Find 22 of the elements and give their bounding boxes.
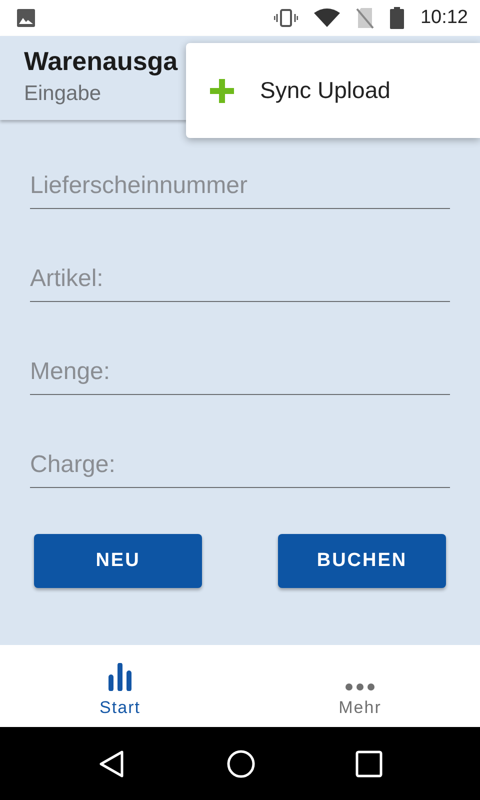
- bar-chart-icon: [107, 663, 133, 691]
- status-time: 10:12: [420, 6, 468, 30]
- screen-title: Warenausga: [24, 46, 178, 78]
- image-icon: [16, 8, 36, 28]
- recents-icon[interactable]: [354, 750, 383, 778]
- wifi-icon: [314, 8, 340, 28]
- home-icon[interactable]: [226, 748, 256, 778]
- screen-subtitle: Eingabe: [24, 81, 102, 107]
- more-icon: [345, 683, 375, 691]
- input-field[interactable]: Charge:: [30, 441, 450, 488]
- input-field[interactable]: Artikel:: [30, 255, 450, 302]
- no-sim-icon: [356, 7, 374, 29]
- plus-icon: [208, 76, 236, 104]
- menu-item[interactable]: Sync Upload: [260, 73, 390, 108]
- nav-tab[interactable]: Start: [0, 645, 240, 727]
- input-field[interactable]: Lieferscheinnummer: [30, 162, 450, 209]
- book-button[interactable]: BUCHEN: [278, 534, 446, 588]
- new-button[interactable]: NEU: [34, 534, 202, 588]
- nav-tab[interactable]: Mehr: [240, 645, 480, 727]
- input-field[interactable]: Menge:: [30, 348, 450, 395]
- battery-icon: [390, 7, 404, 29]
- vibrate-icon: [274, 8, 298, 28]
